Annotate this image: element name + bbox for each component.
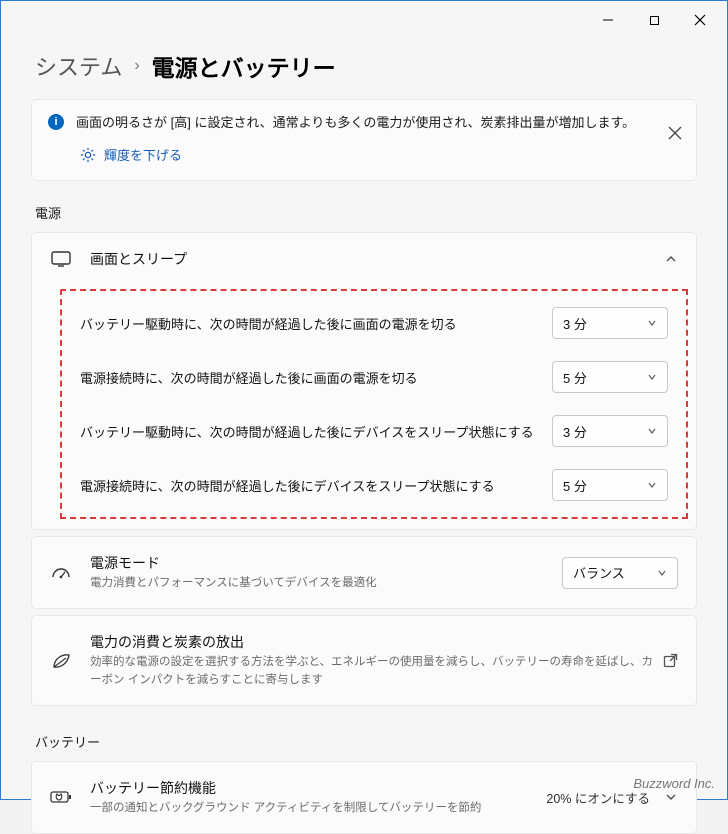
lower-brightness-link[interactable]: 輝度を下げる — [80, 145, 680, 164]
chevron-down-icon — [647, 426, 657, 436]
minimize-icon — [602, 14, 614, 26]
leaf-icon — [50, 652, 72, 670]
breadcrumb: システム › 電源とバッテリー — [35, 49, 697, 83]
select-value: 3 分 — [563, 314, 587, 333]
setting-row: バッテリー駆動時に、次の時間が経過した後にデバイスをスリープ状態にする 3 分 — [80, 415, 668, 447]
setting-label: バッテリー駆動時に、次の時間が経過した後にデバイスをスリープ状態にする — [80, 422, 552, 441]
setting-row: 電源接続時に、次の時間が経過した後に画面の電源を切る 5 分 — [80, 361, 668, 393]
maximize-icon — [649, 15, 660, 26]
screen-sleep-header[interactable]: 画面とスリープ — [32, 233, 696, 285]
screen-off-battery-select[interactable]: 3 分 — [552, 307, 668, 339]
setting-label: バッテリー駆動時に、次の時間が経過した後に画面の電源を切る — [80, 314, 552, 333]
screen-icon — [50, 251, 72, 267]
page-title: 電源とバッテリー — [152, 49, 336, 83]
select-value: 3 分 — [563, 422, 587, 441]
power-mode-header[interactable]: 電源モード 電力消費とパフォーマンスに基づいてデバイスを最適化 バランス — [32, 537, 696, 608]
screen-sleep-title: 画面とスリープ — [90, 249, 664, 269]
sleep-plugged-select[interactable]: 5 分 — [552, 469, 668, 501]
chevron-down-icon — [647, 318, 657, 328]
sleep-battery-select[interactable]: 3 分 — [552, 415, 668, 447]
battery-saver-card: バッテリー節約機能 一部の通知とバックグラウンド アクティビティを制限してバッテ… — [31, 761, 697, 834]
battery-section-title: バッテリー — [35, 732, 697, 751]
setting-row: 電源接続時に、次の時間が経過した後にデバイスをスリープ状態にする 5 分 — [80, 469, 668, 501]
dismiss-notice-button[interactable] — [668, 126, 682, 140]
energy-sub: 効率的な電源の設定を選択する方法を学ぶと、エネルギーの使用量を減らし、バッテリー… — [90, 654, 663, 689]
chevron-down-icon — [657, 568, 667, 578]
content-area: システム › 電源とバッテリー i 画面の明るさが [高] に設定され、通常より… — [1, 49, 727, 834]
notice-row: i 画面の明るさが [高] に設定され、通常よりも多くの電力が使用され、炭素排出… — [48, 112, 680, 131]
notice-action-label: 輝度を下げる — [104, 145, 182, 164]
chevron-down-icon — [647, 480, 657, 490]
chevron-down-icon — [664, 790, 678, 804]
select-value: バランス — [573, 563, 625, 582]
battery-saver-icon — [50, 790, 72, 804]
setting-label: 電源接続時に、次の時間が経過した後にデバイスをスリープ状態にする — [80, 476, 552, 495]
select-value: 5 分 — [563, 476, 587, 495]
chevron-right-icon: › — [134, 57, 139, 75]
open-external-icon — [663, 653, 678, 668]
close-button[interactable] — [677, 4, 723, 36]
setting-label: 電源接続時に、次の時間が経過した後に画面の電源を切る — [80, 368, 552, 387]
screen-sleep-card: 画面とスリープ バッテリー駆動時に、次の時間が経過した後に画面の電源を切る 3 … — [31, 232, 697, 530]
energy-card: 電力の消費と炭素の放出 効率的な電源の設定を選択する方法を学ぶと、エネルギーの使… — [31, 615, 697, 706]
brightness-icon — [80, 147, 96, 163]
battery-saver-sub: 一部の通知とバックグラウンド アクティビティを制限してバッテリーを節約 — [90, 800, 546, 817]
titlebar — [1, 1, 727, 39]
minimize-button[interactable] — [585, 4, 631, 36]
chevron-up-icon — [664, 252, 678, 266]
setting-row: バッテリー駆動時に、次の時間が経過した後に画面の電源を切る 3 分 — [80, 307, 668, 339]
select-value: 5 分 — [563, 368, 587, 387]
screen-off-plugged-select[interactable]: 5 分 — [552, 361, 668, 393]
watermark: Buzzword Inc. — [633, 776, 715, 791]
close-icon — [694, 14, 706, 26]
power-mode-sub: 電力消費とパフォーマンスに基づいてデバイスを最適化 — [90, 575, 562, 592]
power-mode-card: 電源モード 電力消費とパフォーマンスに基づいてデバイスを最適化 バランス — [31, 536, 697, 609]
screen-sleep-settings: バッテリー駆動時に、次の時間が経過した後に画面の電源を切る 3 分 電源接続時に… — [60, 289, 688, 519]
battery-saver-title: バッテリー節約機能 — [90, 778, 546, 798]
chevron-down-icon — [647, 372, 657, 382]
settings-window: システム › 電源とバッテリー i 画面の明るさが [高] に設定され、通常より… — [0, 0, 728, 800]
power-mode-icon — [50, 565, 72, 581]
notice-text: 画面の明るさが [高] に設定され、通常よりも多くの電力が使用され、炭素排出量が… — [76, 112, 635, 131]
energy-title: 電力の消費と炭素の放出 — [90, 632, 663, 652]
maximize-button[interactable] — [631, 4, 677, 36]
brightness-notice-card: i 画面の明るさが [高] に設定され、通常よりも多くの電力が使用され、炭素排出… — [31, 99, 697, 181]
info-icon: i — [48, 114, 64, 130]
close-icon — [668, 126, 682, 140]
battery-saver-header[interactable]: バッテリー節約機能 一部の通知とバックグラウンド アクティビティを制限してバッテ… — [32, 762, 696, 833]
energy-header[interactable]: 電力の消費と炭素の放出 効率的な電源の設定を選択する方法を学ぶと、エネルギーの使… — [32, 616, 696, 705]
breadcrumb-parent[interactable]: システム — [35, 50, 122, 82]
power-section-title: 電源 — [35, 203, 697, 222]
power-mode-select[interactable]: バランス — [562, 557, 678, 589]
power-mode-title: 電源モード — [90, 553, 562, 573]
